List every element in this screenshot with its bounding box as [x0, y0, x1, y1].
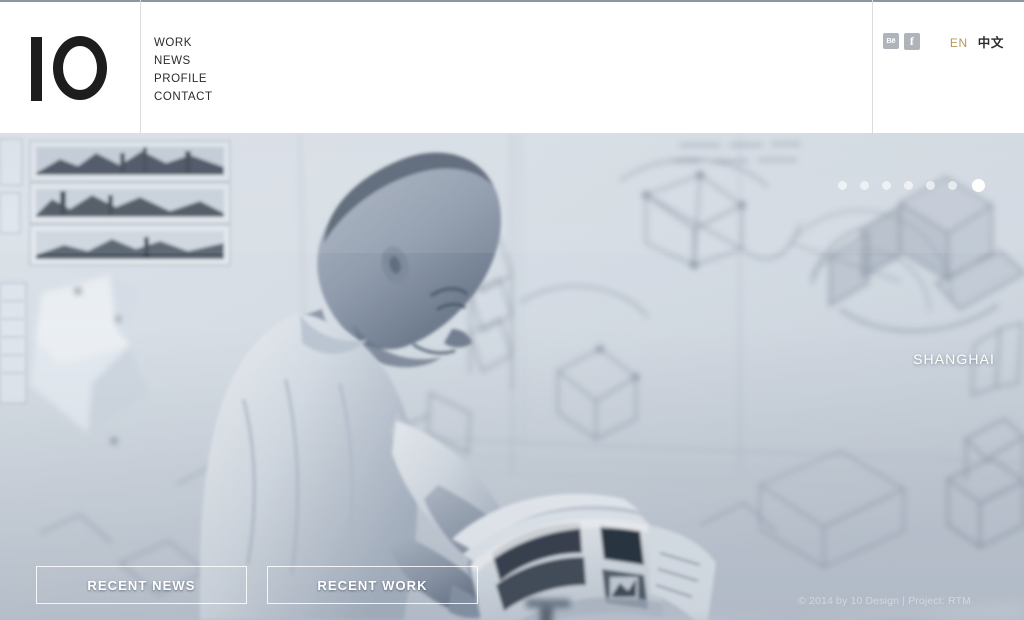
nav-item-contact[interactable]: CONTACT	[154, 88, 213, 106]
slider-dot-1[interactable]	[838, 181, 847, 190]
language-switcher: EN 中文	[950, 32, 1004, 51]
slider-dot-2[interactable]	[860, 181, 869, 190]
header-divider-right	[872, 0, 873, 133]
primary-nav: WORK NEWS PROFILE CONTACT	[154, 34, 213, 106]
recent-news-button[interactable]: RECENT NEWS	[36, 566, 247, 604]
site-header: WORK NEWS PROFILE CONTACT Bē f EN 中文	[0, 0, 1024, 133]
slider-pagination	[838, 179, 985, 192]
logo-bar-glyph	[31, 37, 42, 101]
nav-item-work[interactable]: WORK	[154, 34, 213, 52]
header-top-rule	[0, 0, 1024, 2]
social-links: Bē f	[882, 32, 920, 50]
hero-city-caption: SHANGHAI	[913, 351, 995, 367]
logo-ring-glyph	[53, 36, 107, 100]
language-option-en[interactable]: EN	[950, 36, 968, 50]
slider-dot-3[interactable]	[882, 181, 891, 190]
io-logo[interactable]	[31, 36, 119, 102]
landing-page: WORK NEWS PROFILE CONTACT Bē f EN 中文 SHA…	[0, 0, 1024, 620]
slider-dot-6[interactable]	[948, 181, 957, 190]
slider-dot-5[interactable]	[926, 181, 935, 190]
header-divider-left	[140, 0, 141, 133]
slider-dot-7-active[interactable]	[972, 179, 985, 192]
slider-dot-4[interactable]	[904, 181, 913, 190]
hero-cta-group: RECENT NEWS RECENT WORK	[36, 566, 478, 604]
hero-background-photo	[0, 133, 1024, 620]
nav-item-profile[interactable]: PROFILE	[154, 70, 213, 88]
facebook-icon[interactable]: f	[903, 32, 920, 50]
header-utilities: Bē f EN 中文	[882, 32, 1004, 51]
hero-slider: SHANGHAI RECENT NEWS RECENT WORK © 2014 …	[0, 133, 1024, 620]
recent-work-button[interactable]: RECENT WORK	[267, 566, 478, 604]
footer-credit: © 2014 by 10 Design | Project: RTM	[798, 595, 971, 607]
behance-icon[interactable]: Bē	[882, 33, 899, 49]
language-option-zh[interactable]: 中文	[978, 32, 1004, 51]
nav-item-news[interactable]: NEWS	[154, 52, 213, 70]
